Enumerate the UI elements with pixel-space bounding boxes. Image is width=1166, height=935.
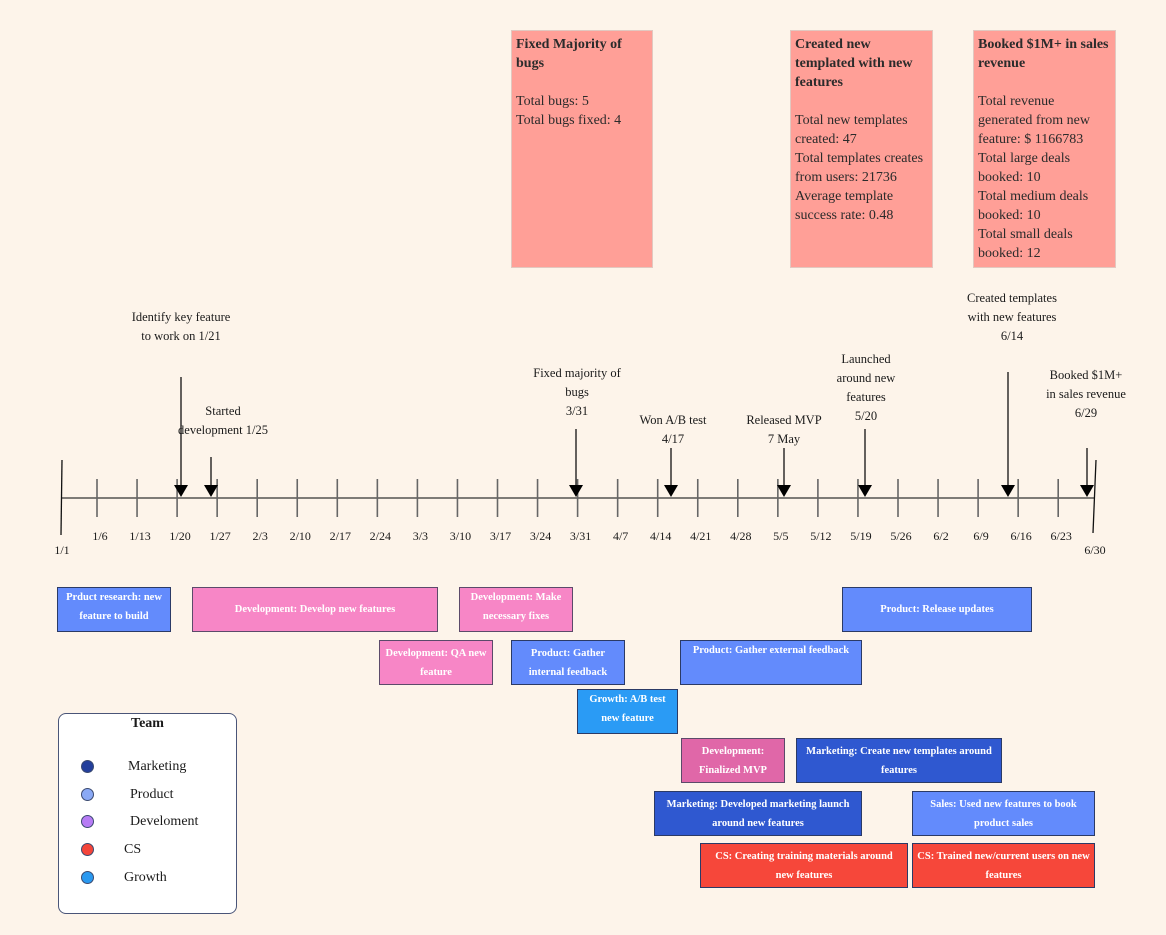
milestone-text: Released MVP [746,413,822,427]
milestone-text: Won A/B test [639,413,707,427]
task-bar-cs[interactable]: CS: Creating training materials around n… [700,843,908,888]
task-bar-cs[interactable]: CS: Trained new/current users on new fea… [912,843,1095,888]
milestone-label: Created templates with new features 6/14 [948,289,1076,346]
tick-label: 3/3 [412,529,429,543]
task-bar-product[interactable]: Product: Gather internal feedback [511,640,625,685]
tick-label: 4/14 [650,529,672,543]
tick-label: 1/27 [209,529,231,543]
tick-label: 3/10 [449,529,472,543]
milestone-label: Started development 1/25 [163,402,283,440]
milestone-label: Released MVP 7 May [734,411,834,449]
tick-label: 2/3 [252,529,268,543]
task-bar-product[interactable]: Product: Gather external feedback [680,640,862,685]
milestone-text: 6/29 [1074,406,1098,420]
tick-label: 2/17 [329,529,351,543]
tick-label: 3/24 [529,529,552,543]
milestone-text: Created templates [967,291,1057,305]
task-bar-product[interactable]: Product: Release updates [842,587,1032,632]
arrow-head-icon [858,485,872,497]
tick-label: 3/17 [489,529,512,543]
milestone-text: Booked $1M+ [1049,368,1123,382]
tick-label: 1/13 [129,529,151,543]
tick-label: 6/9 [973,529,989,543]
legend-dot-product [81,788,94,801]
milestone-text: bugs [565,385,589,399]
task-bar-development[interactable]: Development: QA new feature [379,640,493,685]
arrow-head-icon [174,485,188,497]
tick-label: 5/12 [810,529,832,543]
task-bar-product[interactable]: Prduct research: new feature to build [57,587,171,632]
arrow-head-icon [204,485,218,497]
axis-start-line [60,459,63,536]
tick-label: 6/23 [1050,529,1072,543]
task-bar-marketing[interactable]: Marketing: Create new templates around f… [796,738,1002,783]
milestone-text: 7 May [767,432,801,446]
legend-dot-marketing [81,760,94,773]
milestone-text: 4/17 [661,432,685,446]
tick-label: 1/20 [169,529,191,543]
tick-label: 4/21 [690,529,712,543]
tick-label-end: 6/30 [1084,543,1106,557]
legend-dot-development [81,815,94,828]
legend-title: Team [131,716,164,731]
milestone-label: Won A/B test 4/17 [623,411,723,449]
legend-label: Product [130,787,174,802]
tick-label: 2/10 [289,529,311,543]
task-bar-development[interactable]: Development: Finalized MVP [681,738,785,783]
axis-end-line [1092,459,1097,534]
milestone-text: 6/14 [1000,329,1024,343]
arrow-head-icon [1001,485,1015,497]
milestone-text: 5/20 [854,409,878,423]
tick-label: 4/7 [612,529,629,543]
legend-label: Marketing [128,759,187,774]
tick-label: 2/24 [369,529,392,543]
milestone-text: Fixed majority of [533,366,621,380]
tick-label: 3/31 [569,529,592,543]
milestone-text: around new [836,371,896,385]
milestone-text: development 1/25 [178,423,268,437]
milestone-text: 3/31 [565,404,589,418]
milestone-text: Launched [841,352,891,366]
legend-label: CS [124,842,142,857]
legend-label: Develoment [130,814,199,829]
tick-label: 5/26 [890,529,912,543]
arrow-head-icon [777,485,791,497]
arrow-head-icon [1080,485,1094,497]
legend-dot-growth [81,871,94,884]
milestone-label: Booked $1M+ in sales revenue 6/29 [1030,366,1142,423]
tick-label: 6/2 [933,529,949,543]
tick-label: 4/28 [730,529,752,543]
milestone-label: Launched around new features 5/20 [821,350,911,426]
team-legend: Team Marketing Product Develoment CS Gro… [58,713,237,914]
task-bar-marketing[interactable]: Marketing: Developed marketing launch ar… [654,791,862,836]
milestone-text: with new features [967,310,1057,324]
milestone-text: Started [205,404,241,418]
legend-label: Growth [124,870,167,885]
task-bar-sales[interactable]: Sales: Used new features to book product… [912,791,1095,836]
task-bar-growth[interactable]: Growth: A/B test new feature [577,689,678,734]
milestone-label: Identify key feature to work on 1/21 [111,308,251,346]
tick-label: 6/16 [1010,529,1032,543]
milestone-text: features [846,390,886,404]
milestone-text: to work on 1/21 [141,329,221,343]
legend-dot-cs [81,843,94,856]
tick-label: 5/5 [773,529,789,543]
task-bar-development[interactable]: Development: Make necessary fixes [459,587,573,632]
tick-label: 5/19 [850,529,872,543]
arrow-head-icon [664,485,678,497]
task-bar-development[interactable]: Development: Develop new features [192,587,438,632]
milestone-label: Fixed majority of bugs 3/31 [517,364,637,421]
arrow-head-icon [569,485,583,497]
tick-label: 1/6 [92,529,108,543]
tick-label-start: 1/1 [54,543,70,557]
milestone-text: in sales revenue [1046,387,1126,401]
milestone-text: Identify key feature [131,310,231,324]
